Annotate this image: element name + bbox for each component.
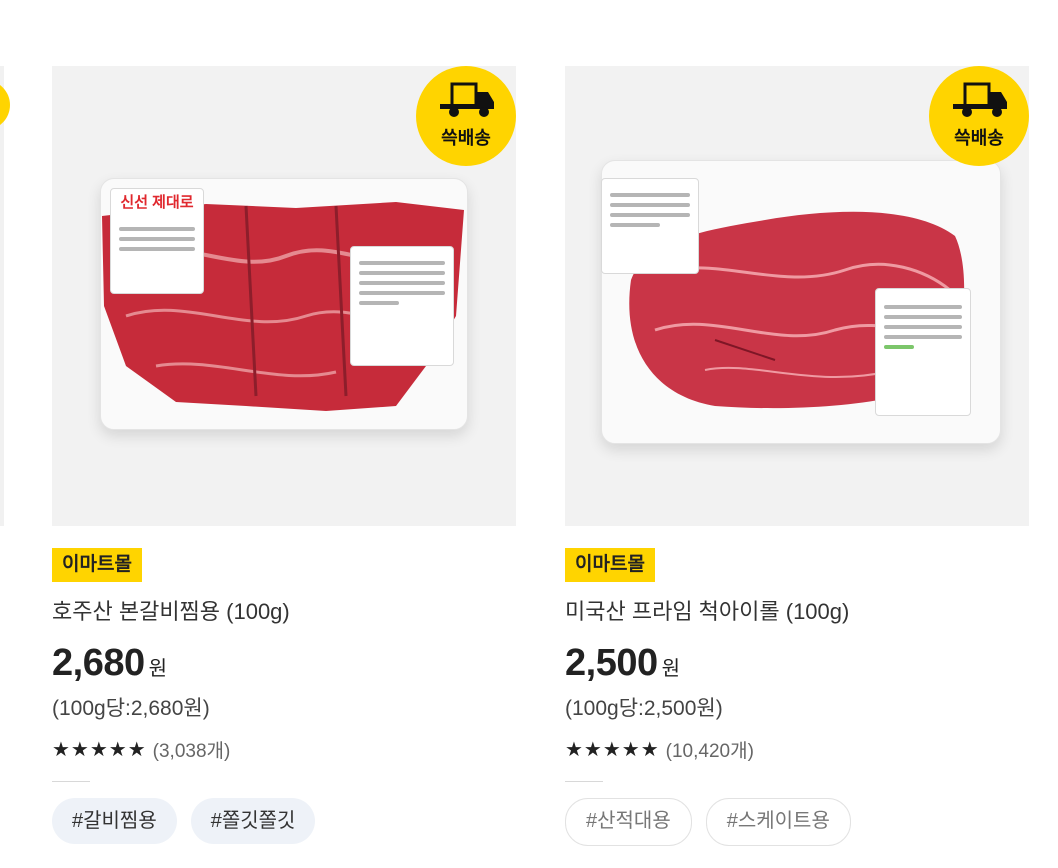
hashtag-chip[interactable]: #쫄깃쫄깃	[190, 798, 316, 844]
review-count: (3,038개)	[152, 741, 231, 762]
hashtag-chip[interactable]: #산적대용	[565, 798, 692, 846]
star-rating-icon: ★★★★★	[52, 739, 147, 761]
mall-tag: 이마트몰	[565, 548, 655, 582]
label-sticker	[875, 288, 971, 416]
review-count: (10,420개)	[665, 741, 754, 762]
truck-icon	[953, 82, 1007, 117]
price-row: 2,680 원	[52, 642, 167, 685]
brand-sticker: 신선 제대로	[110, 188, 204, 294]
product-title[interactable]: 미국산 프라임 척아이롤 (100g)	[565, 594, 849, 626]
rating: ★★★★★ (10,420개)	[565, 736, 754, 763]
price-row: 2,500 원	[565, 642, 680, 685]
brand-sticker	[601, 178, 699, 274]
price-currency: 원	[148, 658, 167, 680]
mall-tag: 이마트몰	[52, 548, 142, 582]
product-card[interactable]: 신선 제대로 쓱배송 이마트몰 호주산 본갈비찜용 (100g) 2,680원	[52, 66, 516, 868]
sticker-title: 신선 제대로	[120, 194, 194, 211]
delivery-badge-label: 쓱배송	[954, 128, 1004, 148]
divider	[565, 781, 603, 782]
previous-card-delivery-badge	[0, 80, 10, 130]
product-title[interactable]: 호주산 본갈비찜용 (100g)	[52, 594, 290, 626]
unit-price: (100g당:2,500원)	[565, 697, 723, 720]
hashtag-list: #갈비찜용 #쫄깃쫄깃	[52, 798, 316, 844]
product-image[interactable]: 쓱배송	[565, 66, 1029, 526]
product-card[interactable]: 쓱배송 이마트몰 미국산 프라임 척아이롤 (100g) 2,500 원 (100…	[565, 66, 1029, 868]
delivery-badge-label: 쓱배송	[441, 128, 491, 148]
price-currency: 원	[661, 658, 680, 680]
rating: ★★★★★ (3,038개)	[52, 736, 230, 763]
star-rating-icon: ★★★★★	[565, 739, 660, 761]
hashtag-chip[interactable]: #스케이트용	[705, 798, 851, 846]
product-image[interactable]: 신선 제대로 쓱배송	[52, 66, 516, 526]
hashtag-list: #산적대용 #스케이트용	[565, 798, 851, 846]
hashtag-chip[interactable]: #갈비찜용	[52, 798, 177, 844]
divider	[52, 781, 90, 782]
truck-icon	[440, 82, 494, 117]
label-sticker	[350, 246, 454, 366]
price-value: 2,680	[52, 642, 145, 684]
delivery-badge: 쓱배송	[416, 66, 516, 166]
delivery-badge: 쓱배송	[929, 66, 1029, 166]
price-value: 2,500	[565, 642, 658, 684]
unit-price: (100g당:2,680원)	[52, 697, 210, 720]
previous-card-edge	[0, 66, 4, 526]
